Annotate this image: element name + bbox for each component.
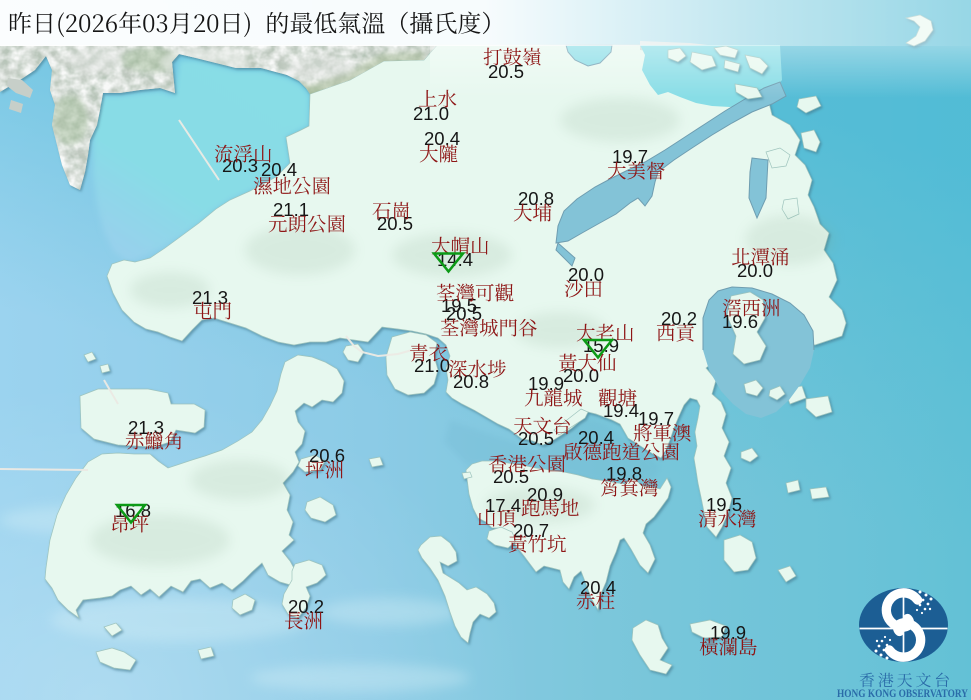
svg-text:19.6: 19.6 bbox=[722, 311, 758, 332]
svg-text:21.0: 21.0 bbox=[414, 355, 450, 376]
svg-text:20.5: 20.5 bbox=[518, 428, 554, 449]
svg-text:HONG KONG OBSERVATORY: HONG KONG OBSERVATORY bbox=[837, 686, 968, 700]
svg-text:20.3: 20.3 bbox=[222, 155, 258, 176]
svg-text:20.2: 20.2 bbox=[661, 308, 697, 329]
svg-text:17.4: 17.4 bbox=[485, 495, 521, 516]
svg-text:19.9: 19.9 bbox=[528, 373, 564, 394]
svg-text:19.5: 19.5 bbox=[706, 494, 742, 515]
svg-text:20.4: 20.4 bbox=[261, 159, 297, 180]
svg-text:20.2: 20.2 bbox=[288, 596, 324, 617]
svg-text:20.0: 20.0 bbox=[563, 365, 599, 386]
